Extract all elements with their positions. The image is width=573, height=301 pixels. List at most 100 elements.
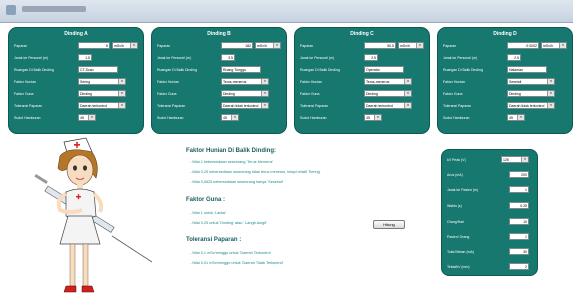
param-label: Tebal/kV (mm) <box>447 265 470 269</box>
panel-title: Dinding C <box>350 31 374 37</box>
hunian-select[interactable]: Terus-menerus ▾ <box>364 78 412 85</box>
paparan-unit-select[interactable]: mSv/h ▾ <box>112 42 138 49</box>
toleransi-label: Toleransi Paparan <box>157 104 186 108</box>
jarak-label: Jarak ke Personel (m) <box>443 56 478 60</box>
hunian-line: - Nilai 0,0625 kebersediaan seseorang ha… <box>190 180 284 184</box>
param-input[interactable]: 200 <box>509 171 529 178</box>
field-row-jarak: Jarak ke Personel (m) 3.5 <box>157 54 283 62</box>
wall-panel: Dinding A Paparan 8 mSv/h ▾ Jarak ke Personel… <box>8 27 144 134</box>
hunian-label: Faktor Hunian <box>443 80 465 84</box>
field-row-jarak: Jarak ke Personel (m) 2.5 <box>300 54 426 62</box>
hunian-select[interactable]: Seselali ▾ <box>507 78 555 85</box>
paparan-label: Paparan <box>14 44 28 48</box>
param-label: Arus (mA) <box>447 173 463 177</box>
chevron-down-icon: ▾ <box>118 91 125 96</box>
ruangan-input[interactable]: CT-Scan <box>78 66 118 73</box>
chevron-down-icon: ▾ <box>231 115 238 120</box>
guna-label: Faktor Guna <box>14 92 34 96</box>
param-input[interactable]: 1 <box>509 186 529 193</box>
paparan-input[interactable]: 0.0002 <box>507 42 539 49</box>
toleransi-value: Daerah tidak terkontrol <box>223 104 259 108</box>
field-row-guna: Faktor Guna Dinding ▾ <box>300 90 426 98</box>
chevron-down-icon: ▾ <box>261 103 268 108</box>
field-row-toleransi: Toleransi Paparan Daerah tidak terkontrol… <box>157 102 283 110</box>
field-row-toleransi: Toleransi Paparan Daerah tidak terkontrol… <box>443 102 569 110</box>
field-row-paparan: Paparan 0.0002 mSv/h ▾ <box>443 42 569 50</box>
sudut-value: 45 <box>80 116 84 120</box>
kv-peak-select[interactable]: 125 ▾ <box>501 156 529 163</box>
paparan-input[interactable]: 182 <box>221 42 253 49</box>
paparan-unit-select[interactable]: mSv/h ▾ <box>255 42 281 49</box>
field-row-guna: Faktor Guna Dinding ▾ <box>157 90 283 98</box>
hunian-line: - Nilai 0,25 kebersediaan seseorang tida… <box>190 170 321 174</box>
chevron-down-icon: ▾ <box>118 79 125 84</box>
guna-select[interactable]: Dinding ▾ <box>78 90 126 97</box>
toleransi-select[interactable]: Daerah terkontrol ▾ <box>364 102 412 109</box>
ruangan-input[interactable]: Operator <box>364 66 404 73</box>
hunian-value: Seselali <box>509 80 522 84</box>
param-row: kV Peak (V) 125 ▾ <box>447 156 535 164</box>
field-row-hunian: Faktor Hunian Seselali ▾ <box>443 78 569 86</box>
paparan-unit-select[interactable]: mSv/h ▾ <box>541 42 567 49</box>
sudut-select[interactable]: 45 ▾ <box>78 114 96 121</box>
hitung-button[interactable]: Hitung <box>373 220 405 229</box>
kv-peak-value: 125 <box>503 158 509 162</box>
jarak-label: Jarak ke Personel (m) <box>300 56 335 60</box>
jarak-input[interactable]: 1.5 <box>78 54 92 61</box>
guna-label: Faktor Guna <box>443 92 463 96</box>
chevron-down-icon: ▾ <box>130 43 137 48</box>
paparan-input[interactable]: 8 <box>78 42 110 49</box>
field-row-ruangan: Ruangan Di Balik Dinding CT-Scan <box>14 66 140 74</box>
sudut-select[interactable]: 45 ▾ <box>221 114 239 121</box>
jarak-label: Jarak ke Personel (m) <box>157 56 192 60</box>
chevron-down-icon: ▾ <box>547 79 554 84</box>
guna-line: - Nilai 0,25 untuk 'Dinding' atau ' Lang… <box>190 221 267 225</box>
wall-panel: Dinding D Paparan 0.0002 mSv/h ▾ Jarak ke Per… <box>437 27 573 134</box>
jarak-input[interactable]: 2.5 <box>507 54 521 61</box>
field-row-toleransi: Toleransi Paparan Daerah terkontrol ▾ <box>300 102 426 110</box>
hunian-line: - Nilai 1 kebersediaan seseorang 'Terus … <box>190 160 274 164</box>
param-row: Waktu (s) 0.25 <box>447 202 535 210</box>
toleransi-select[interactable]: Daerah terkontrol ▾ <box>78 102 126 109</box>
paparan-unit-select[interactable]: mSv/h ▾ <box>398 42 424 49</box>
sudut-label: Sudut Hamburan <box>300 116 327 120</box>
guna-select[interactable]: Dinding ▾ <box>364 90 412 97</box>
field-row-paparan: Paparan 182 mSv/h ▾ <box>157 42 283 50</box>
jarak-input[interactable]: 2.5 <box>364 54 378 61</box>
toleransi-heading: Toleransi Paparan : <box>186 237 242 243</box>
sudut-select[interactable]: 45 ▾ <box>364 114 382 121</box>
guna-select[interactable]: Dinding ▾ <box>507 90 555 97</box>
param-input[interactable]: 10 <box>509 218 529 225</box>
param-input[interactable]: 0.25 <box>509 202 529 209</box>
chevron-down-icon: ▾ <box>261 79 268 84</box>
wall-panel: Dinding C Paparan 50.5 mSv/h ▾ Jarak ke Perso… <box>294 27 430 134</box>
field-row-ruangan: Ruangan Di Balik Dinding Halaman <box>443 66 569 74</box>
toleransi-select[interactable]: Daerah tidak terkontrol ▾ <box>221 102 269 109</box>
guna-select[interactable]: Dinding ▾ <box>221 90 269 97</box>
sudut-value: 45 <box>223 116 227 120</box>
hunian-select[interactable]: Sering ▾ <box>78 78 126 85</box>
param-row: Total Beban (mA) 30 <box>447 248 535 256</box>
guna-label: Faktor Guna <box>300 92 320 96</box>
hunian-label: Faktor Hunian <box>157 80 179 84</box>
ruangan-input[interactable]: Ruang Tunggu <box>221 66 261 73</box>
chevron-down-icon: ▾ <box>559 43 566 48</box>
param-input[interactable]: 1 <box>509 233 529 240</box>
toleransi-select[interactable]: Daerah tidak terkontrol ▾ <box>507 102 555 109</box>
hunian-select[interactable]: Terus-menerus ▾ <box>221 78 269 85</box>
ruangan-input[interactable]: Halaman <box>507 66 547 73</box>
param-input[interactable]: 2 <box>509 263 529 270</box>
param-input[interactable]: 30 <box>509 248 529 255</box>
chevron-down-icon: ▾ <box>118 103 125 108</box>
ruangan-label: Ruangan Di Balik Dinding <box>14 68 54 72</box>
param-row: Orang/Hari 10 <box>447 218 535 226</box>
jarak-input[interactable]: 3.5 <box>221 54 235 61</box>
paparan-input[interactable]: 50.5 <box>364 42 396 49</box>
paparan-unit-value: mSv/h <box>257 44 267 48</box>
sudut-select[interactable]: 45 ▾ <box>507 114 525 121</box>
chevron-down-icon: ▾ <box>273 43 280 48</box>
field-row-ruangan: Ruangan Di Balik Dinding Operator <box>300 66 426 74</box>
toleransi-value: Daerah tidak terkontrol <box>509 104 545 108</box>
parameter-panel: kV Peak (V) 125 ▾ Arus (mA) 200 Jarak ke Pasi… <box>441 149 538 276</box>
chevron-down-icon: ▾ <box>404 79 411 84</box>
